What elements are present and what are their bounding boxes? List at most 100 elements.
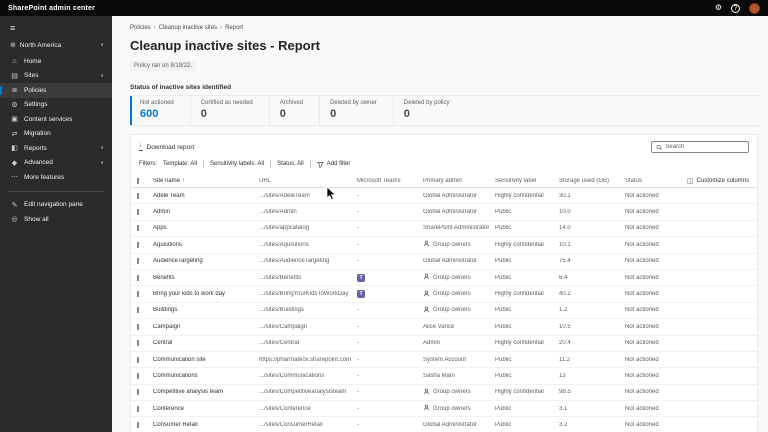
breadcrumb-separator: ›: [154, 25, 156, 31]
filter-chip[interactable]: Sensitivity labels: All: [210, 161, 264, 167]
row-checkbox[interactable]: [137, 193, 139, 199]
row-checkbox[interactable]: [137, 242, 139, 248]
table-row[interactable]: Adele Team.../sites/AdeleTeam-Global Adm…: [131, 188, 757, 204]
row-checkbox[interactable]: [137, 340, 139, 346]
row-checkbox[interactable]: [137, 373, 139, 379]
column-header-status[interactable]: Status: [625, 178, 673, 184]
sidebar-item-more-features[interactable]: ⋯More features: [0, 170, 112, 185]
primary-admin-cell: Group owners: [423, 290, 495, 299]
sidebar-item-content-services[interactable]: ▣Content services: [0, 112, 112, 127]
sidebar-item-policies[interactable]: ≣Policies: [0, 83, 112, 98]
search-box[interactable]: [651, 141, 749, 153]
table-row[interactable]: Communication sitehttps://pharmateck.sha…: [131, 352, 757, 368]
primary-admin-label: Global Administrator: [423, 209, 477, 215]
row-checkbox[interactable]: [137, 324, 139, 330]
sidebar-item-label: Advanced: [24, 159, 53, 166]
sidebar-item-show-all[interactable]: ◎Show all: [0, 212, 112, 227]
primary-admin-cell: Global Administrator: [423, 209, 495, 215]
row-checkbox[interactable]: [137, 258, 139, 264]
row-checkbox[interactable]: [137, 209, 139, 215]
row-checkbox[interactable]: [137, 389, 139, 395]
filter-chip[interactable]: Template: All: [163, 161, 197, 167]
storage-cell: 30.1: [559, 193, 625, 199]
table-row[interactable]: Competitive analysis team.../sites/Compe…: [131, 385, 757, 401]
column-header-url[interactable]: URL: [259, 178, 357, 184]
select-all-checkbox[interactable]: [137, 178, 139, 184]
table-row[interactable]: Central.../sites/Central-AdminHighly con…: [131, 336, 757, 352]
breadcrumb-item[interactable]: Policies: [130, 25, 151, 31]
table-row[interactable]: AudienceTargeting.../sites/AudienceTarge…: [131, 254, 757, 270]
help-icon[interactable]: ?: [731, 4, 740, 13]
sidebar-item-sites[interactable]: ▤Sites∨: [0, 69, 112, 84]
column-header-sensitivity-label[interactable]: Sensitivity label: [495, 178, 559, 184]
sidebar-item-home[interactable]: ⌂Home: [0, 54, 112, 69]
primary-admin-cell: Global Administrator: [423, 422, 495, 428]
table-row[interactable]: Aquisitions.../sites/Aquisitions-Group o…: [131, 237, 757, 253]
breadcrumb-item[interactable]: Report: [225, 25, 243, 31]
breadcrumb: Policies›Cleanup inactive sites›Report: [130, 25, 758, 31]
storage-cell: 1.2: [559, 307, 625, 313]
sort-ascending-icon: ↑: [182, 178, 185, 184]
table-row[interactable]: Admin.../sites/Admin-Global Administrato…: [131, 204, 757, 220]
column-header-storage-used[interactable]: Storage used (GB): [559, 178, 625, 184]
primary-admin-cell: Group owners: [423, 273, 495, 282]
topbar: SharePoint admin center ⚙ ?: [0, 0, 768, 16]
url-cell: .../sites/Buildings: [259, 307, 357, 313]
storage-cell: 98.5: [559, 389, 625, 395]
row-checkbox[interactable]: [137, 406, 139, 412]
status-cell: Not actioned: [625, 193, 673, 199]
row-checkbox[interactable]: [137, 422, 139, 428]
url-cell: .../sites/Conference: [259, 406, 357, 412]
primary-admin-label: Global Administrator: [423, 422, 477, 428]
breadcrumb-item[interactable]: Cleanup inactive sites: [159, 25, 217, 31]
person-icon: [423, 290, 430, 299]
primary-admin-cell: Global Administrator: [423, 258, 495, 264]
status-tile[interactable]: Deleted by owner0: [320, 96, 394, 125]
region-selector[interactable]: ⊕ North America ∨: [0, 37, 112, 54]
url-cell: .../sites/AudienceTargeting: [259, 258, 357, 264]
table-row[interactable]: Campaign.../sites/Campaign-Alice VancePu…: [131, 319, 757, 335]
person-icon: [423, 388, 430, 397]
row-checkbox[interactable]: [137, 357, 139, 363]
sidebar-item-settings[interactable]: ⚙Settings: [0, 98, 112, 113]
table-row[interactable]: Apps.../sites/appcatalog-SharePoint Admi…: [131, 221, 757, 237]
table-row[interactable]: Communications.../sites/Communications-S…: [131, 368, 757, 384]
column-header-microsoft-teams[interactable]: Microsoft Teams: [357, 178, 423, 184]
row-checkbox[interactable]: [137, 307, 139, 313]
search-input[interactable]: [665, 144, 744, 150]
add-filter-button[interactable]: Add filter: [317, 161, 351, 168]
teams-cell: -: [357, 225, 423, 231]
sensitivity-cell: Public: [495, 357, 559, 363]
table-row[interactable]: Bring your kids to work day.../sites/Bri…: [131, 286, 757, 302]
row-checkbox[interactable]: [137, 225, 139, 231]
nav-collapse-button[interactable]: ≡: [0, 20, 112, 37]
table-row[interactable]: Consumer Retail.../sites/ConsumerRetail-…: [131, 417, 757, 432]
row-checkbox[interactable]: [137, 275, 139, 281]
sidebar-item-edit-navigation-pane[interactable]: ✎Edit navigation pane: [0, 198, 112, 213]
row-checkbox-cell: [137, 422, 153, 428]
table-row[interactable]: Buildings.../sites/Buildings-Group owner…: [131, 303, 757, 319]
status-tile[interactable]: Certified as needed0: [191, 96, 270, 125]
topbar-actions: ⚙ ?: [715, 3, 760, 14]
sidebar-item-migration[interactable]: ⇄Migration: [0, 127, 112, 142]
status-tile[interactable]: Not actioned600: [130, 96, 191, 125]
avatar[interactable]: [749, 3, 760, 14]
status-tile[interactable]: Archived0: [270, 96, 320, 125]
site-name-cell: Consumer Retail: [153, 422, 259, 428]
table-row[interactable]: Conference.../sites/Conference-Group own…: [131, 401, 757, 417]
primary-admin-label: Group owners: [433, 307, 471, 313]
column-header-primary-admin[interactable]: Primary admin: [423, 178, 495, 184]
status-tile[interactable]: Deleted by policy0: [394, 96, 466, 125]
row-checkbox[interactable]: [137, 291, 139, 297]
download-report-button[interactable]: ↓ Download report: [139, 143, 194, 151]
sidebar-item-advanced[interactable]: ◆Advanced∨: [0, 156, 112, 171]
teams-cell: -: [357, 307, 423, 313]
filter-chip[interactable]: Status: All: [277, 161, 304, 167]
customize-columns-button[interactable]: ◫ Customize columns: [673, 177, 749, 185]
column-header-site-name[interactable]: Site name ↑: [153, 178, 259, 184]
sidebar-item-reports[interactable]: ◧Reports∨: [0, 141, 112, 156]
row-checkbox-cell: [137, 242, 153, 248]
table-row[interactable]: Benefits.../sites/BenefitsTGroup ownersP…: [131, 270, 757, 286]
gear-icon[interactable]: ⚙: [715, 4, 722, 12]
url-cell: .../sites/Central: [259, 340, 357, 346]
